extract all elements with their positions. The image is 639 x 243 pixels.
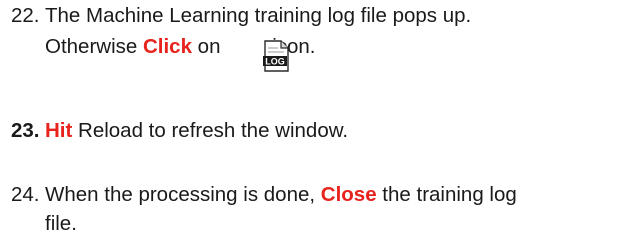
keyword-click: Click: [142, 35, 192, 58]
step-text: on: [191, 35, 227, 58]
log-file-icon[interactable]: LOG: [262, 40, 290, 72]
step-text: file.: [45, 212, 77, 235]
keyword-close: Close: [320, 183, 377, 206]
step-23: 23. Hit Reload to refresh the window.: [11, 119, 348, 143]
step-24-continuation: file.: [45, 212, 77, 236]
step-number: 24.: [11, 183, 40, 206]
step-text: the training log: [376, 183, 517, 206]
step-text: When the processing is done,: [45, 183, 321, 206]
log-icon-label: LOG: [265, 57, 285, 67]
keyword-hit: Hit: [45, 119, 73, 142]
step-number: 22.: [11, 4, 40, 27]
step-number: 23.: [11, 119, 40, 142]
step-24: 24. When the processing is done, Close th…: [11, 183, 517, 207]
step-text: The Machine Learning training log file p…: [45, 4, 472, 27]
step-text: Otherwise: [45, 35, 143, 58]
step-text: Reload to refresh the window.: [72, 119, 349, 142]
step-22: 22. The Machine Learning training log fil…: [11, 4, 471, 28]
